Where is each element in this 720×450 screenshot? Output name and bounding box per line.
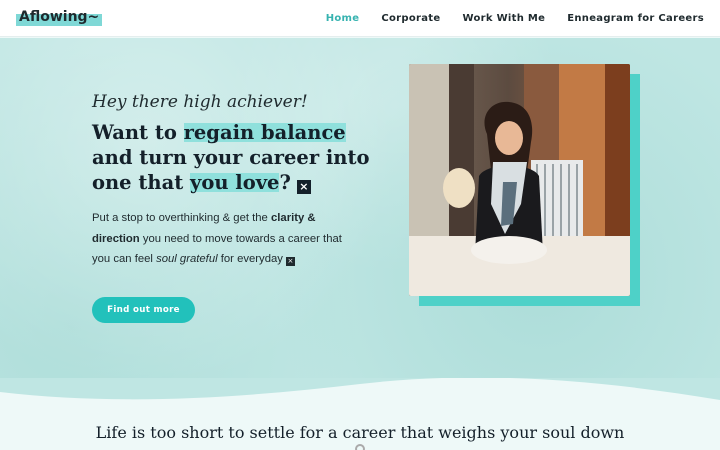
body-text-1: Put a stop to overthinking & get the [92, 212, 271, 224]
hero-headline: Want to regain balance and turn your car… [92, 120, 392, 195]
body-italic-soul-grateful: soul grateful [156, 253, 218, 265]
hero-body-text: Put a stop to overthinking & get the cla… [92, 208, 354, 270]
missing-glyph-icon: × [285, 257, 295, 266]
nav-corporate[interactable]: Corporate [381, 13, 440, 24]
headline-highlight-regain-balance: regain balance [183, 121, 346, 144]
section-tagline: Life is too short to settle for a career… [95, 423, 625, 442]
headline-text-1: Want to [92, 121, 184, 144]
portrait-illustration [409, 64, 630, 296]
hero-greeting: Hey there high achiever! [92, 92, 308, 112]
missing-glyph-icon: × [296, 180, 311, 194]
site-logo[interactable]: Aflowing~ [16, 9, 103, 26]
nav-work-with-me[interactable]: Work With Me [462, 13, 545, 24]
find-out-more-button[interactable]: Find out more [92, 297, 195, 323]
headline-highlight-you-love: you love [190, 171, 280, 194]
site-header: Aflowing~ Home Corporate Work With Me En… [0, 0, 720, 37]
body-text-3: for everyday [217, 253, 283, 265]
headline-text-3: ? [279, 171, 291, 194]
main-nav: Home Corporate Work With Me Enneagram fo… [326, 0, 704, 37]
decorative-ornament [355, 444, 365, 450]
nav-enneagram-for-careers[interactable]: Enneagram for Careers [567, 13, 704, 24]
hero-portrait-photo [409, 64, 630, 296]
nav-home[interactable]: Home [326, 13, 360, 24]
